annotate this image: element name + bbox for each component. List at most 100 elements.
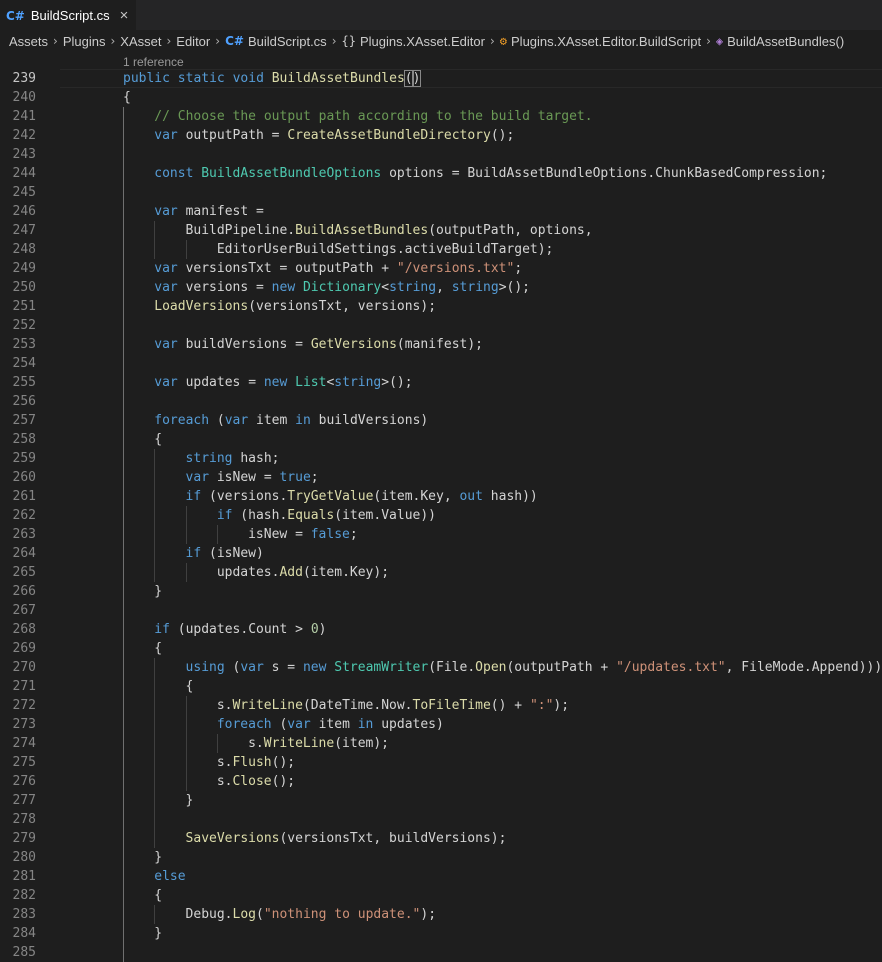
code-line[interactable]: 279 SaveVersions(versionsTxt, buildVersio… (0, 829, 882, 848)
code-token: (versionsTxt, buildVersions); (279, 831, 507, 846)
breadcrumb-item[interactable]: C# BuildScript.cs (225, 34, 327, 49)
code-line[interactable]: 285 (0, 943, 882, 962)
code-text: foreach (var item in buildVersions) (154, 411, 428, 430)
code-line[interactable]: 253 var buildVersions = GetVersions(manif… (0, 335, 882, 354)
code-line[interactable]: 281 else (0, 867, 882, 886)
breadcrumb-item[interactable]: Assets (9, 34, 48, 49)
indent-guide (123, 924, 124, 943)
code-line[interactable]: 274 s.WriteLine(item); (0, 734, 882, 753)
code-line[interactable]: 246 var manifest = (0, 202, 882, 221)
code-line[interactable]: 241 // Choose the output path according t… (0, 107, 882, 126)
indent-guide (123, 696, 124, 715)
code-line[interactable]: 259 string hash; (0, 449, 882, 468)
code-token: string (451, 280, 499, 295)
line-number: 264 (12, 546, 36, 561)
code-line[interactable]: 260 var isNew = true; (0, 468, 882, 487)
code-line[interactable]: 275 s.Flush(); (0, 753, 882, 772)
code-line[interactable]: 269 { (0, 639, 882, 658)
code-token: var (154, 375, 178, 390)
code-editor[interactable]: 1 reference 239 public static void BuildA… (0, 52, 882, 962)
code-token: (item); (334, 736, 390, 751)
indent-guide (123, 278, 124, 297)
indent-guide (123, 639, 124, 658)
code-line[interactable]: 258 { (0, 430, 882, 449)
code-line[interactable]: 273 foreach (var item in updates) (0, 715, 882, 734)
line-number: 259 (12, 451, 36, 466)
code-line[interactable]: 282 { (0, 886, 882, 905)
code-line[interactable]: 251 LoadVersions(versionsTxt, versions); (0, 297, 882, 316)
breadcrumb-item[interactable]: ◈ BuildAssetBundles() (716, 34, 844, 49)
indent-guide (123, 943, 124, 962)
breadcrumb-item[interactable]: Plugins (63, 34, 106, 49)
indent-guide (123, 525, 124, 544)
line-number: 243 (12, 147, 36, 162)
code-line[interactable]: 265 updates.Add(item.Key); (0, 563, 882, 582)
code-token: buildVersions) (310, 413, 429, 428)
code-line[interactable]: 244 const BuildAssetBundleOptions options… (0, 164, 882, 183)
code-text: var updates = new List<string>(); (154, 373, 412, 392)
code-line[interactable]: 250 var versions = new Dictionary<string,… (0, 278, 882, 297)
code-token: (updates.Count > (169, 622, 311, 637)
code-line[interactable]: 252 (0, 316, 882, 335)
code-token: string (334, 375, 382, 390)
code-line[interactable]: 262 if (hash.Equals(item.Value)) (0, 506, 882, 525)
code-text: s.Close(); (217, 772, 295, 791)
code-line[interactable]: 284} (0, 924, 882, 943)
code-line[interactable]: 276 s.Close(); (0, 772, 882, 791)
code-line[interactable]: 240 { (0, 88, 882, 107)
code-line[interactable]: 239 public static void BuildAssetBundles(… (0, 69, 882, 88)
indent-guide (185, 734, 187, 753)
code-line[interactable]: 249 var versionsTxt = outputPath + "/vers… (0, 259, 882, 278)
code-line[interactable]: 264 if (isNew) (0, 544, 882, 563)
tab-buildscript[interactable]: C# BuildScript.cs × (0, 0, 137, 30)
indent-guide (123, 715, 124, 734)
indent-guide (154, 696, 156, 715)
indent-guide (154, 449, 156, 468)
code-token: item (310, 717, 358, 732)
code-line[interactable]: 263 isNew = false; (0, 525, 882, 544)
code-line[interactable]: 277} (0, 791, 882, 810)
breadcrumb-item[interactable]: ⚙ Plugins.XAsset.Editor.BuildScript (500, 34, 701, 49)
breadcrumb-item[interactable]: {} Plugins.XAsset.Editor (342, 34, 485, 49)
code-token: BuildAssetBundles (271, 71, 405, 86)
code-line[interactable]: 267 (0, 601, 882, 620)
indent-guide (123, 259, 124, 278)
code-line[interactable]: 261 if (versions.TryGetValue(item.Key, ou… (0, 487, 882, 506)
indent-guide (123, 601, 124, 620)
code-line[interactable]: 280} (0, 848, 882, 867)
indent-guide (216, 734, 218, 753)
line-number: 280 (12, 850, 36, 865)
code-line[interactable]: 248 EditorUserBuildSettings.activeBuildTa… (0, 240, 882, 259)
code-line[interactable]: 266} (0, 582, 882, 601)
line-number: 258 (12, 432, 36, 447)
code-line[interactable]: 255 var updates = new List<string>(); (0, 373, 882, 392)
code-line[interactable]: 272 s.WriteLine(DateTime.Now.ToFileTime()… (0, 696, 882, 715)
code-token: s. (248, 736, 264, 751)
code-line[interactable]: 257 foreach (var item in buildVersions) (0, 411, 882, 430)
code-line[interactable]: 243 (0, 145, 882, 164)
line-number: 249 (12, 261, 36, 276)
code-line[interactable]: 270 using (var s = new StreamWriter(File.… (0, 658, 882, 677)
code-line[interactable]: 256 (0, 392, 882, 411)
code-line[interactable]: 254 (0, 354, 882, 373)
breadcrumb-item[interactable]: XAsset (120, 34, 161, 49)
line-number: 268 (12, 622, 36, 637)
chevron-right-icon: › (166, 34, 172, 48)
code-line[interactable]: 283 Debug.Log("nothing to update."); (0, 905, 882, 924)
code-line[interactable]: 268 if (updates.Count > 0) (0, 620, 882, 639)
code-text: } (154, 924, 162, 943)
code-line[interactable]: 271 { (0, 677, 882, 696)
breadcrumb-item[interactable]: Editor (176, 34, 210, 49)
namespace-icon: {} (341, 34, 356, 48)
code-token: new (271, 280, 296, 295)
close-icon[interactable]: × (120, 8, 129, 23)
code-token: versions = (177, 280, 272, 295)
code-line[interactable]: 245 (0, 183, 882, 202)
code-token: isNew = (209, 470, 280, 485)
code-line[interactable]: 278 (0, 810, 882, 829)
code-token: options = BuildAssetBundleOptions.ChunkB… (381, 166, 828, 181)
code-line[interactable]: 242 var outputPath = CreateAssetBundleDir… (0, 126, 882, 145)
code-token: { (154, 888, 163, 903)
code-line[interactable]: 247 BuildPipeline.BuildAssetBundles(outpu… (0, 221, 882, 240)
